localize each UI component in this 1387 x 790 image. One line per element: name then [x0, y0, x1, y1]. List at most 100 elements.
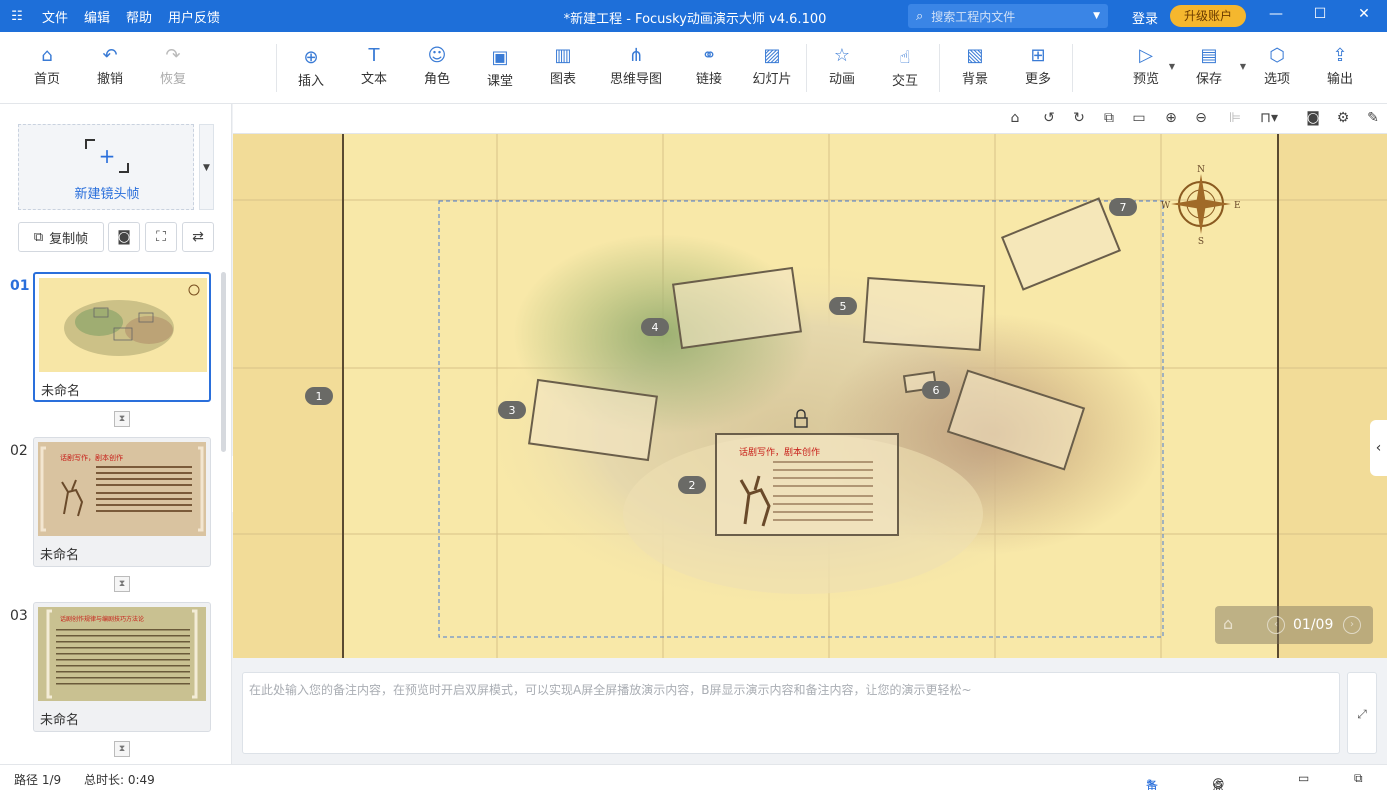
more-button[interactable]: ⊞ 更多	[1007, 44, 1069, 87]
path-marker-1: 1	[305, 387, 333, 405]
editing-canvas[interactable]: 话剧写作，剧本创作 N S E W 1 2 3 4 5 6 7 ⌂ ‹ 01/0…	[233, 134, 1387, 658]
prev-frame-icon[interactable]: ‹	[1267, 616, 1285, 634]
frame-item-03[interactable]: 话剧创作规律与编剧技巧方法论 未命名	[33, 602, 211, 732]
transition-icon[interactable]: ⧗	[114, 576, 130, 592]
undo-button[interactable]: ↶ 撤销	[79, 44, 141, 87]
link-label: 链接	[695, 72, 722, 87]
link-button[interactable]: ⚭ 链接	[678, 44, 740, 87]
role-button[interactable]: ☺ 角色	[406, 44, 468, 87]
expand-notes-button[interactable]: ⤢	[1347, 672, 1377, 754]
title-bar: ☷ 文件 编辑 帮助 用户反馈 *新建工程 - Focusky动画演示大师 v4…	[0, 0, 1387, 32]
path-marker-5: 5	[829, 297, 857, 315]
frame-2-title: 话剧写作，剧本创作	[739, 446, 820, 458]
new-frame-button[interactable]: + 新建镜头帧	[18, 124, 194, 210]
align-icon[interactable]: ⊫	[1225, 110, 1245, 126]
animation-button[interactable]: ☆ 动画	[811, 44, 873, 87]
lock-icon[interactable]: ⊓▾	[1259, 110, 1279, 126]
home-view-icon[interactable]: ⌂	[1005, 110, 1025, 126]
interact-button[interactable]: ☝ 交互	[874, 46, 936, 89]
redo-button[interactable]: ↷ 恢复	[142, 44, 204, 87]
transition-icon[interactable]: ⧗	[114, 411, 130, 427]
classroom-button[interactable]: ▣ 课堂	[469, 46, 531, 89]
star-icon: ☆	[833, 45, 851, 66]
chevron-down-icon[interactable]: ▼	[1169, 62, 1175, 71]
frame-list-scrollbar[interactable]	[221, 272, 226, 452]
svg-text:3: 3	[509, 404, 516, 417]
options-button[interactable]: ⬡ 选项	[1246, 44, 1308, 87]
screen-icon[interactable]: ▭	[1298, 771, 1309, 785]
play-icon: ▷	[1139, 45, 1153, 66]
copy-icon[interactable]: ⧉	[1099, 110, 1119, 126]
insert-button[interactable]: ⊕ 插入	[280, 46, 342, 89]
preview-button[interactable]: ▷ 预览 ▼	[1115, 44, 1177, 87]
text-button[interactable]: T 文本	[343, 44, 405, 87]
plus-circle-icon: ⊕	[303, 47, 319, 68]
hexagon-gear-icon: ⬡	[1269, 45, 1285, 66]
export-button[interactable]: ⇪ 输出	[1309, 44, 1371, 87]
slide-button[interactable]: ▨ 幻灯片	[741, 44, 803, 87]
camera-button[interactable]: ◙	[108, 222, 140, 252]
paste-icon[interactable]: ▭	[1129, 110, 1149, 126]
options-label: 选项	[1263, 72, 1290, 87]
window-icon[interactable]: ⧉	[1354, 771, 1363, 786]
save-icon: ▤	[1200, 45, 1218, 66]
mindmap-button[interactable]: ⋔ 思维导图	[604, 44, 668, 87]
svg-text:1: 1	[316, 390, 323, 403]
frame-number: 02	[10, 443, 28, 459]
rotate-right-icon[interactable]: ↻	[1069, 110, 1089, 126]
screenshot-icon[interactable]: ◙	[1303, 110, 1323, 126]
path-marker-6: 6	[922, 381, 950, 399]
mindmap-icon: ⋔	[628, 45, 644, 66]
home-button[interactable]: ⌂ 首页	[16, 44, 78, 87]
fit-frame-button[interactable]: ⛶	[145, 222, 177, 252]
upgrade-account-button[interactable]: 升级账户	[1170, 5, 1246, 27]
reorder-button[interactable]: ⇄	[182, 222, 214, 252]
minimize-icon[interactable]: —	[1266, 6, 1286, 22]
camera-icon: ◙	[117, 229, 131, 245]
svg-text:6: 6	[933, 384, 940, 397]
close-icon[interactable]: ✕	[1354, 6, 1374, 22]
home-icon[interactable]: ⌂	[1223, 614, 1233, 633]
insert-label: 插入	[297, 74, 324, 89]
menu-feedback[interactable]: 用户反馈	[160, 7, 228, 26]
menu-edit[interactable]: 编辑	[76, 7, 118, 26]
toolbar-divider	[276, 44, 277, 92]
zoom-out-icon[interactable]: ⊖	[1191, 110, 1211, 126]
path-marker-3: 3	[498, 401, 526, 419]
chevron-left-icon: ‹	[1375, 440, 1382, 456]
project-search-input[interactable]: ⌕ 搜索工程内文件 ▼	[908, 4, 1108, 28]
chart-button[interactable]: ▥ 图表	[532, 44, 594, 87]
copy-frame-button[interactable]: ⧉ 复制帧	[18, 222, 104, 252]
settings-icon[interactable]: ⚙	[1333, 110, 1353, 126]
next-frame-icon[interactable]: ›	[1343, 616, 1361, 634]
main-menu: 文件 编辑 帮助 用户反馈	[34, 7, 228, 26]
toolbar-divider	[939, 44, 940, 92]
new-frame-dropdown[interactable]: ▼	[199, 124, 214, 210]
save-button[interactable]: ▤ 保存 ▼	[1178, 44, 1246, 87]
login-link[interactable]: 登录	[1132, 8, 1158, 27]
edit-icon[interactable]: ✎	[1363, 110, 1383, 126]
transition-icon[interactable]: ⧗	[114, 741, 130, 757]
background-button[interactable]: ▧ 背景	[944, 44, 1006, 87]
expand-icon: ⤢	[1357, 707, 1367, 721]
toolbar-divider	[806, 44, 807, 92]
presentation-navigator: ⌂ ‹ 01/09 ›	[1215, 606, 1373, 644]
menu-file[interactable]: 文件	[34, 7, 76, 26]
frame-item-01[interactable]: 未命名	[33, 272, 211, 402]
collapse-right-panel-button[interactable]: ‹	[1370, 420, 1387, 476]
frame-item-02[interactable]: 话剧写作，剧本创作 未命名	[33, 437, 211, 567]
svg-text:E: E	[1234, 201, 1241, 211]
path-marker-2: 2	[678, 476, 706, 494]
menu-help[interactable]: 帮助	[118, 7, 160, 26]
chevron-down-icon[interactable]: ▼	[1093, 11, 1100, 21]
maximize-icon[interactable]: ☐	[1310, 6, 1330, 22]
notes-input[interactable]: 在此处输入您的备注内容，在预览时开启双屏模式，可以实现A屏全屏播放演示内容，B屏…	[242, 672, 1340, 754]
fit-frame-icon: ⛶	[156, 229, 166, 245]
app-logo-icon[interactable]: ☷	[0, 9, 34, 24]
rotate-left-icon[interactable]: ↺	[1039, 110, 1059, 126]
canvas-toolbar: ⌂ ↺ ↻ ⧉ ▭ ⊕ ⊖ ⊫ ⊓▾ ◙ ⚙ ✎	[233, 104, 1387, 134]
home-icon: ⌂	[41, 45, 53, 66]
svg-text:话剧创作规律与编剧技巧方法论: 话剧创作规律与编剧技巧方法论	[60, 615, 144, 623]
toolbar-divider	[1072, 44, 1073, 92]
zoom-in-icon[interactable]: ⊕	[1161, 110, 1181, 126]
